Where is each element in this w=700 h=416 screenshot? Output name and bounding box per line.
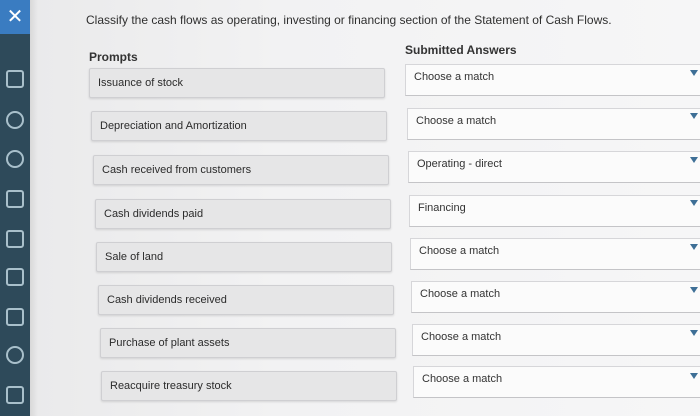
answer-dropdown[interactable]: Choose a match — [410, 238, 700, 270]
prompt-label: Cash dividends paid — [104, 208, 204, 220]
prompt-item[interactable]: Sale of land — [96, 242, 392, 272]
answer-dropdown[interactable]: Choose a match — [405, 64, 700, 96]
user-icon[interactable] — [0, 107, 30, 133]
answer-dropdown[interactable]: Operating - direct — [408, 151, 700, 183]
prompt-item[interactable]: Cash dividends received — [98, 285, 394, 315]
chevron-down-icon[interactable] — [690, 113, 698, 119]
chevron-down-icon[interactable] — [690, 330, 698, 336]
prompt-label: Cash dividends received — [107, 294, 227, 306]
answer-value: Choose a match — [416, 115, 497, 127]
document-icon[interactable] — [0, 186, 30, 212]
answer-value: Operating - direct — [417, 158, 502, 170]
question-instruction: Classify the cash flows as operating, in… — [86, 13, 612, 27]
prompt-item[interactable]: Reacquire treasury stock — [101, 371, 397, 401]
close-icon: ✕ — [6, 6, 24, 28]
answer-value: Choose a match — [420, 288, 501, 300]
answer-dropdown[interactable]: Financing — [409, 195, 700, 227]
prompts-header: Prompts — [89, 50, 138, 64]
prompt-item[interactable]: Cash dividends paid — [95, 199, 391, 229]
prompt-item[interactable]: Depreciation and Amortization — [91, 111, 387, 141]
answer-dropdown[interactable]: Choose a match — [412, 324, 700, 356]
answer-dropdown[interactable]: Choose a match — [407, 108, 700, 140]
globe-icon[interactable] — [0, 146, 30, 172]
prompt-label: Cash received from customers — [102, 164, 252, 176]
edit-icon[interactable] — [0, 382, 30, 408]
calendar-icon[interactable] — [0, 66, 30, 92]
book-icon[interactable] — [0, 304, 30, 330]
chevron-down-icon[interactable] — [690, 157, 698, 163]
prompt-item[interactable]: Purchase of plant assets — [100, 328, 396, 358]
answer-value: Financing — [418, 202, 466, 214]
close-button[interactable]: ✕ — [0, 0, 30, 34]
prompt-label: Purchase of plant assets — [109, 337, 230, 349]
prompt-label: Reacquire treasury stock — [110, 380, 232, 392]
sidebar-shadow — [30, 0, 38, 416]
chevron-down-icon[interactable] — [690, 200, 698, 206]
grid-icon[interactable] — [0, 226, 30, 252]
prompt-label: Sale of land — [105, 251, 164, 263]
answer-value: Choose a match — [421, 331, 502, 343]
answer-dropdown[interactable]: Choose a match — [411, 281, 700, 313]
prompt-label: Issuance of stock — [98, 77, 183, 89]
answer-value: Choose a match — [419, 245, 500, 257]
chevron-down-icon[interactable] — [690, 244, 698, 250]
chevron-down-icon[interactable] — [690, 373, 698, 379]
answer-value: Choose a match — [422, 373, 503, 385]
answer-dropdown[interactable]: Choose a match — [413, 366, 700, 398]
prompt-item[interactable]: Issuance of stock — [89, 68, 385, 98]
chevron-down-icon[interactable] — [690, 287, 698, 293]
answer-value: Choose a match — [414, 71, 495, 83]
prompt-item[interactable]: Cash received from customers — [93, 155, 389, 185]
prompt-label: Depreciation and Amortization — [100, 120, 247, 132]
tools-icon[interactable] — [0, 342, 30, 368]
answers-header: Submitted Answers — [405, 43, 517, 57]
image-icon[interactable] — [0, 264, 30, 290]
chevron-down-icon[interactable] — [690, 70, 698, 76]
left-sidebar: ✕ — [0, 0, 30, 416]
